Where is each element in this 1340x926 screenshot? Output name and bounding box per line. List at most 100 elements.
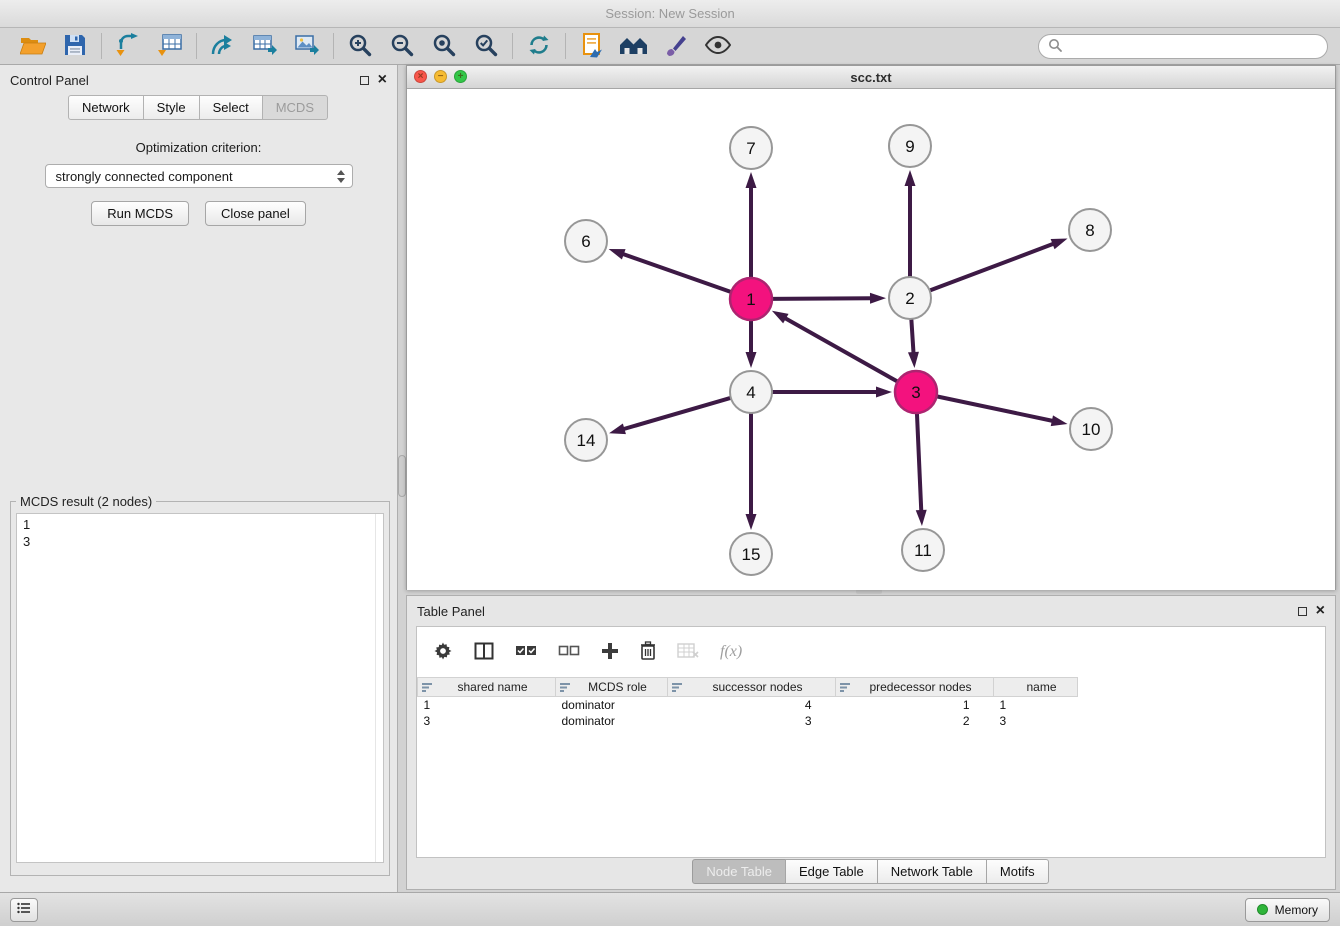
trash-icon [640,641,656,664]
tab-style[interactable]: Style [143,95,200,120]
vertical-splitter-handle[interactable] [398,455,406,497]
table-panel-tabs: Node Table Edge Table Network Table Moti… [407,859,1335,884]
mcds-result-title: MCDS result (2 nodes) [16,494,156,509]
import-network-button[interactable] [107,30,149,62]
cell-successor-nodes[interactable]: 3 [668,713,836,729]
deselect-all-button[interactable] [558,644,580,661]
memory-button[interactable]: Memory [1245,898,1330,922]
window-title: Session: New Session [605,6,734,21]
zoom-fit-button[interactable] [423,30,465,62]
export-network-button[interactable] [202,30,244,62]
run-mcds-button[interactable]: Run MCDS [91,201,189,226]
table-row[interactable]: 3 dominator 3 2 3 [418,713,1078,729]
apply-style-button[interactable] [655,30,697,62]
toolbar-separator [565,33,566,59]
table-settings-button[interactable] [433,641,453,664]
graph-node-label-4: 4 [746,383,755,402]
tab-motifs[interactable]: Motifs [986,859,1049,884]
mcds-result-output[interactable]: 1 3 [16,513,384,863]
column-header-predecessor-nodes[interactable]: predecessor nodes [836,678,994,697]
table-row[interactable]: 1 dominator 4 1 1 [418,697,1078,713]
export-image-button[interactable] [286,30,328,62]
graph-edge-3-10[interactable] [936,396,1054,421]
show-columns-button[interactable] [474,642,494,663]
graph-edge-2-3[interactable] [911,318,913,354]
show-hide-button[interactable] [697,30,739,62]
open-session-button[interactable] [12,30,54,62]
function-builder-button[interactable]: f(x) [720,643,742,661]
cell-mcds-role[interactable]: dominator [556,697,668,713]
criterion-dropdown[interactable]: strongly connected component [45,164,353,188]
tab-mcds[interactable]: MCDS [262,95,328,120]
cell-successor-nodes[interactable]: 4 [668,697,836,713]
search-input[interactable] [1068,39,1318,54]
tab-network-table[interactable]: Network Table [877,859,987,884]
tab-edge-table[interactable]: Edge Table [785,859,878,884]
mcds-panel-body: Optimization criterion: strongly connect… [0,140,397,226]
search-box[interactable] [1038,34,1328,59]
close-table-panel-icon[interactable]: × [1316,604,1325,618]
select-all-button[interactable] [515,644,537,661]
zoom-selected-button[interactable] [465,30,507,62]
optimization-label: Optimization criterion: [0,140,397,155]
float-table-panel-icon[interactable] [1298,607,1307,616]
layout-home-button[interactable] [613,30,655,62]
cell-name[interactable]: 3 [994,713,1078,729]
maximize-window-button[interactable]: + [454,70,467,83]
table-toolbar: f(x) [417,627,1325,677]
export-table-button[interactable] [244,30,286,62]
column-header-shared-name[interactable]: shared name [418,678,556,697]
zoom-out-button[interactable] [381,30,423,62]
cell-shared-name[interactable]: 3 [418,713,556,729]
graph-edge-arrow-1-6 [609,249,626,259]
graph-edge-2-8[interactable] [929,243,1055,291]
zoom-fit-icon [432,33,456,60]
select-all-icon [515,644,537,661]
import-table-button[interactable] [149,30,191,62]
copy-network-button[interactable] [571,30,613,62]
cell-name[interactable]: 1 [994,697,1078,713]
column-header-successor-nodes[interactable]: successor nodes [668,678,836,697]
toolbar-separator [196,33,197,59]
cell-mcds-role[interactable]: dominator [556,713,668,729]
delete-column-button[interactable] [640,641,656,664]
save-session-button[interactable] [54,30,96,62]
refresh-view-button[interactable] [518,30,560,62]
graph-node-label-3: 3 [911,383,920,402]
cell-predecessor-nodes[interactable]: 1 [836,697,994,713]
close-panel-button[interactable]: Close panel [205,201,306,226]
gear-icon [433,641,453,664]
zoom-in-button[interactable] [339,30,381,62]
graph-edge-3-11[interactable] [917,412,921,512]
close-panel-icon[interactable]: × [378,73,387,87]
float-panel-icon[interactable] [360,76,369,85]
dropdown-stepper-icon [337,170,345,183]
folder-open-icon [20,35,46,58]
tab-node-table[interactable]: Node Table [692,859,786,884]
toolbar-separator [512,33,513,59]
network-canvas[interactable]: 7968124314101511 [407,90,1335,590]
tab-network[interactable]: Network [68,95,144,120]
column-header-mcds-role[interactable]: MCDS role [556,678,668,697]
graph-edge-3-1[interactable] [784,318,898,383]
memory-label: Memory [1275,903,1318,917]
column-header-name[interactable]: name [994,678,1078,697]
add-column-button[interactable] [601,642,619,663]
close-window-button[interactable]: × [414,70,427,83]
graph-edge-1-2[interactable] [771,298,872,299]
delete-table-button[interactable] [677,643,699,662]
graph-node-label-15: 15 [742,545,761,564]
titlebar: Session: New Session [0,0,1340,28]
tab-select[interactable]: Select [199,95,263,120]
graph-edge-4-14[interactable] [622,398,731,430]
list-button[interactable] [10,898,38,922]
graph-node-label-10: 10 [1082,420,1101,439]
cell-shared-name[interactable]: 1 [418,697,556,713]
graph-edge-1-6[interactable] [622,254,732,293]
graph-edge-arrow-4-14 [609,424,626,435]
mcds-result-line: 3 [23,533,377,550]
minimize-window-button[interactable]: − [434,70,447,83]
cell-predecessor-nodes[interactable]: 2 [836,713,994,729]
list-icon [17,902,31,917]
network-window-titlebar[interactable]: × − + scc.txt [407,66,1335,89]
